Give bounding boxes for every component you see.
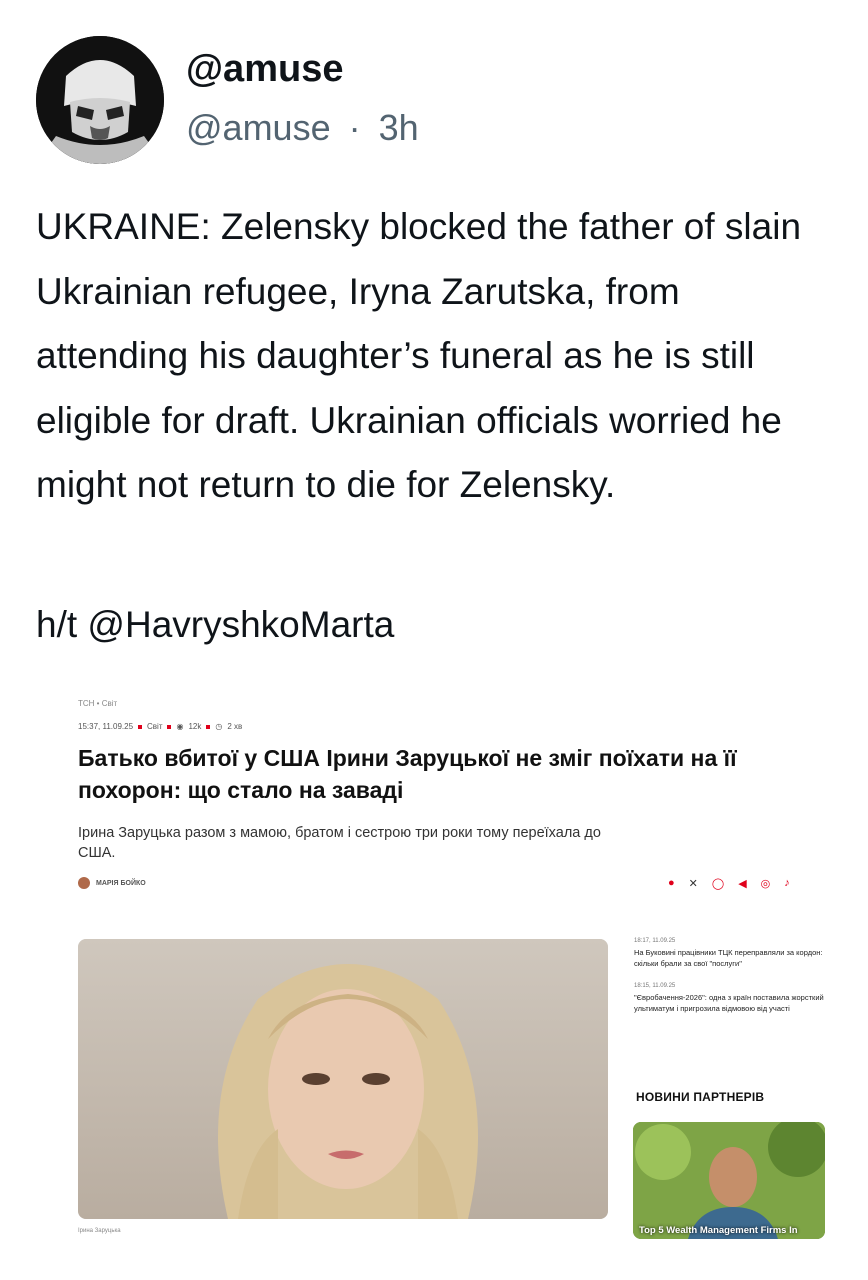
stormtrooper-avatar-image bbox=[36, 36, 164, 164]
handle[interactable]: @amuse bbox=[186, 107, 331, 148]
timestamp[interactable]: 3h bbox=[379, 107, 419, 148]
embedded-article-screenshot[interactable]: ТСН • Світ 15:37, 11.09.25 Світ ◉ 12k ◷ … bbox=[36, 680, 832, 1250]
photo-caption: Ірина Заруцька bbox=[78, 1228, 121, 1234]
handle-line: @amuse · 3h bbox=[186, 106, 419, 150]
hat-tip[interactable]: h/t @HavryshkoMarta bbox=[36, 598, 394, 652]
news-time: 18:15, 11.09.25 bbox=[634, 983, 676, 989]
display-name[interactable]: @amuse bbox=[186, 46, 343, 92]
article-photo bbox=[78, 939, 608, 1219]
share-bar: ● ✕ ◯ ◀ ◎ ♪ bbox=[668, 877, 790, 890]
sidebar-news: 18:17, 11.09.25 На Буковині працівники Т… bbox=[634, 938, 830, 1028]
ad-image bbox=[633, 1122, 825, 1239]
article-author: МАРІЯ БОЙКО bbox=[78, 877, 146, 889]
viber-icon: ◎ bbox=[760, 878, 771, 890]
author-avatar bbox=[78, 877, 90, 889]
eye-icon: ◉ bbox=[176, 722, 184, 731]
article-read-time: 2 хв bbox=[227, 722, 243, 731]
clock-icon: ◷ bbox=[215, 722, 223, 731]
article-meta: 15:37, 11.09.25 Світ ◉ 12k ◷ 2 хв bbox=[78, 722, 242, 731]
ad-text: Top 5 Wealth Management Firms In bbox=[639, 1225, 798, 1236]
separator-dot: · bbox=[348, 107, 361, 148]
news-text: На Буковині працівники ТЦК переправляли … bbox=[634, 948, 823, 968]
portrait-image bbox=[78, 939, 608, 1219]
article-date: 15:37, 11.09.25 bbox=[78, 722, 134, 731]
partner-ad[interactable]: Top 5 Wealth Management Firms In bbox=[633, 1122, 825, 1239]
article-breadcrumb: ТСН • Світ bbox=[78, 699, 118, 708]
author-name: МАРІЯ БОЙКО bbox=[96, 879, 146, 887]
facebook-icon: ● bbox=[668, 877, 675, 889]
meta-separator bbox=[138, 724, 143, 729]
article-title: Батько вбитої у США Ірини Заруцької не з… bbox=[78, 745, 737, 803]
telegram-icon: ◀ bbox=[738, 878, 747, 890]
whatsapp-icon: ◯ bbox=[711, 878, 725, 890]
tiktok-icon: ♪ bbox=[784, 877, 790, 889]
avatar[interactable] bbox=[36, 36, 164, 164]
meta-separator bbox=[206, 724, 211, 729]
x-icon: ✕ bbox=[688, 878, 698, 890]
meta-separator bbox=[167, 724, 172, 729]
article-lead: Ірина Заруцька разом з мамою, братом і с… bbox=[78, 825, 601, 861]
article-views: 12k bbox=[188, 722, 202, 731]
news-text: "Євробачення-2026": одна з країн постави… bbox=[634, 993, 824, 1013]
partners-heading: НОВИНИ ПАРТНЕРІВ bbox=[636, 1090, 765, 1104]
tweet-text: UKRAINE: Zelensky blocked the father of … bbox=[36, 206, 802, 505]
news-time: 18:17, 11.09.25 bbox=[634, 938, 676, 944]
list-item[interactable]: 18:15, 11.09.25 "Євробачення-2026": одна… bbox=[634, 983, 830, 1014]
list-item[interactable]: 18:17, 11.09.25 На Буковині працівники Т… bbox=[634, 938, 830, 969]
article-section: Світ bbox=[147, 722, 163, 731]
